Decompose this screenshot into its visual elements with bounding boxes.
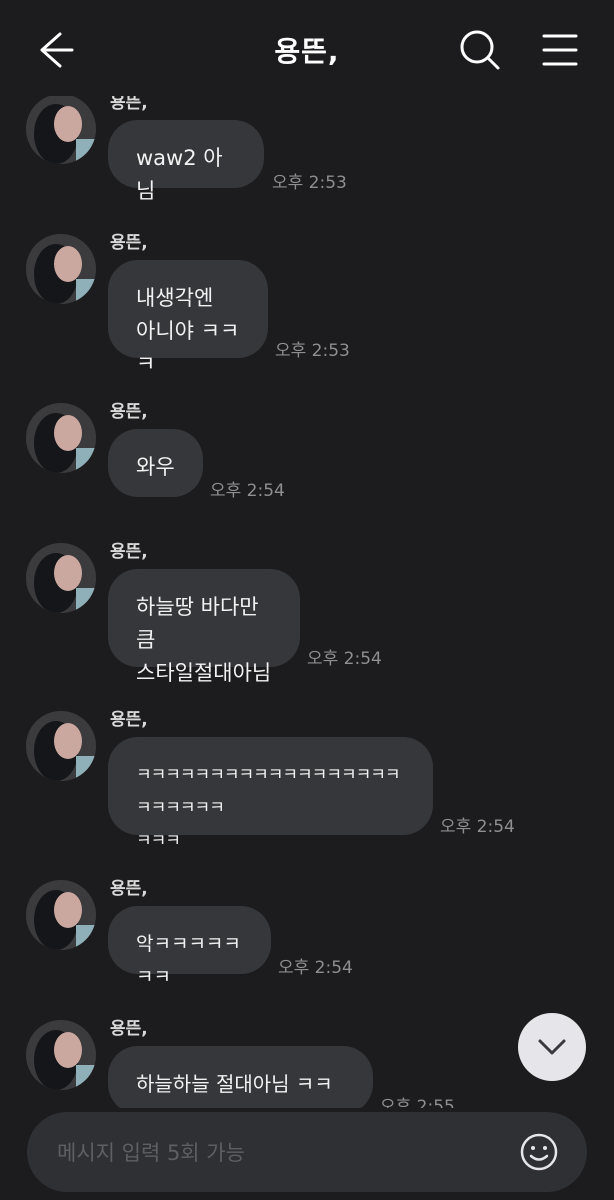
message-bubble[interactable]: 하늘하늘 절대아님 ㅋㅋㅋㅋ — [108, 1046, 373, 1108]
chevron-down-icon — [538, 1039, 566, 1055]
top-bar: 용뜬, — [0, 0, 614, 96]
message-bubble[interactable]: 내생각엔 아니야 ㅋㅋㅋ — [108, 260, 268, 376]
message-input[interactable] — [55, 1112, 519, 1194]
message-bubble[interactable]: 악ㅋㅋㅋㅋㅋㅋㅋ — [108, 906, 271, 988]
page-title: 용뜬, — [274, 35, 340, 68]
search-button[interactable] — [456, 26, 504, 74]
scroll-to-bottom-button[interactable] — [518, 1013, 586, 1081]
message-time: 오후 2:54 — [210, 481, 285, 501]
emoji-button[interactable] — [517, 1130, 561, 1174]
avatar[interactable] — [26, 1020, 96, 1090]
message-time: 오후 2:53 — [272, 173, 347, 193]
avatar[interactable] — [26, 543, 96, 613]
avatar[interactable] — [26, 403, 96, 473]
avatar[interactable] — [26, 711, 96, 781]
search-icon — [460, 30, 500, 70]
message-time: 오후 2:54 — [307, 649, 382, 669]
message-input-bar — [27, 1112, 587, 1194]
avatar[interactable] — [26, 94, 96, 164]
sender-name: 용뜬, — [110, 402, 148, 422]
chat-screen: 용뜬, waw2 아님 오후 2:53 용뜬, 내생각엔 아니야 ㅋㅋㅋ 오후 … — [0, 0, 614, 1200]
message-bubble[interactable]: ㅋㅋㅋㅋㅋㅋㅋㅋㅋㅋㅋㅋㅋㅋㅋㅋㅋㅋㅋㅋㅋㅋㅋㅋ ㅋㅋㅋ — [108, 737, 433, 851]
avatar[interactable] — [26, 234, 96, 304]
message-time: 오후 2:53 — [275, 341, 350, 361]
message-bubble[interactable]: waw2 아님 — [108, 120, 264, 203]
message-time: 오후 2:54 — [440, 817, 515, 837]
smiley-icon — [520, 1133, 558, 1171]
message-time: 오후 2:54 — [278, 958, 353, 978]
sender-name: 용뜬, — [110, 542, 148, 562]
sender-name: 용뜬, — [110, 879, 148, 899]
menu-button[interactable] — [538, 28, 582, 72]
sender-name: 용뜬, — [110, 1019, 148, 1039]
message-bubble[interactable]: 하늘땅 바다만큼 스타일절대아님 — [108, 569, 300, 685]
sender-name: 용뜬, — [110, 233, 148, 253]
message-time: 오후 2:55 — [380, 1097, 455, 1108]
hamburger-menu-icon — [542, 34, 578, 66]
message-bubble[interactable]: 와우 — [108, 429, 203, 497]
message-list[interactable]: 용뜬, waw2 아님 오후 2:53 용뜬, 내생각엔 아니야 ㅋㅋㅋ 오후 … — [0, 0, 614, 1108]
avatar[interactable] — [26, 880, 96, 950]
sender-name: 용뜬, — [110, 710, 148, 730]
